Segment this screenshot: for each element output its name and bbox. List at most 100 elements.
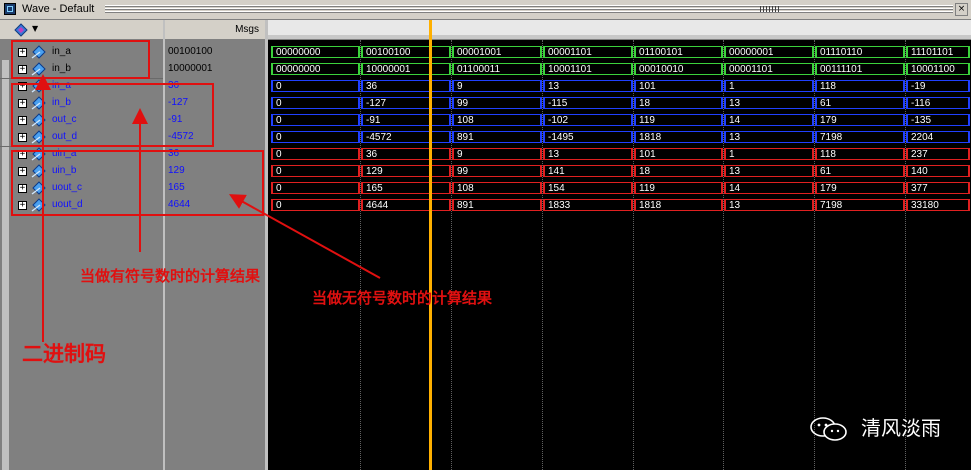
signal-row[interactable]: + uin_b xyxy=(0,163,163,180)
bus-value: 01100101 xyxy=(639,47,683,58)
bus-value: 7198 xyxy=(820,200,843,211)
bus-value: -91 xyxy=(366,115,381,126)
expand-icon[interactable]: + xyxy=(18,201,27,210)
bus-value: 0 xyxy=(276,81,282,92)
waveform-pane[interactable]: 00000000 00100100 00001001 00001101 01100101… xyxy=(268,20,971,470)
waveform-row[interactable]: 0 -4572 891 -1495 1818 13 7198 2204 xyxy=(268,129,971,146)
wave-window-icon xyxy=(4,3,16,15)
bus-value: -135 xyxy=(911,115,932,126)
bus-segment: 101 xyxy=(634,80,723,92)
bus-segment: 108 xyxy=(452,114,542,126)
expand-icon[interactable]: + xyxy=(18,65,27,74)
bus-value: 11101101 xyxy=(911,47,954,58)
expand-icon[interactable]: + xyxy=(18,150,27,159)
expand-icon[interactable]: + xyxy=(18,48,27,57)
signal-row[interactable]: + out_c xyxy=(0,112,163,129)
bus-segment: 11101101 xyxy=(906,46,970,58)
bus-value: 36 xyxy=(366,149,378,160)
bus-value: -127 xyxy=(366,98,387,109)
bus-value: 36 xyxy=(366,81,378,92)
waveform-row[interactable]: 0 36 9 13 101 1 118 237 xyxy=(268,146,971,163)
titlebar-grip[interactable] xyxy=(105,5,953,13)
signal-row[interactable]: + in_b xyxy=(0,61,163,78)
signal-row[interactable]: + in_b xyxy=(0,95,163,112)
bus-segment: 00001001 xyxy=(452,46,542,58)
bus-segment: 13 xyxy=(543,80,633,92)
bus-value: 2204 xyxy=(911,132,934,143)
expand-icon[interactable]: + xyxy=(18,82,27,91)
bus-value: 13 xyxy=(548,149,560,160)
expand-icon[interactable]: + xyxy=(18,116,27,125)
bus-value: 99 xyxy=(457,98,469,109)
wave-header xyxy=(268,20,971,40)
waveform-row[interactable]: 00000000 10000001 01100011 10001101 00010010… xyxy=(268,61,971,78)
signal-row[interactable]: + out_d xyxy=(0,129,163,146)
values-header: Msgs xyxy=(165,20,265,40)
bus-value: 9 xyxy=(457,81,463,92)
bus-value: 00010010 xyxy=(639,64,684,75)
bus-segment: 101 xyxy=(634,148,723,160)
bus-segment: -116 xyxy=(906,97,970,109)
bus-segment: 99 xyxy=(452,165,542,177)
bus-segment: 61 xyxy=(815,165,905,177)
time-cursor[interactable] xyxy=(429,20,432,470)
signal-value: 165 xyxy=(168,182,185,193)
waveform-row[interactable]: 0 -127 99 -115 18 13 61 -116 xyxy=(268,95,971,112)
expand-icon[interactable]: + xyxy=(18,99,27,108)
signal-value: -91 xyxy=(168,114,183,125)
expand-icon[interactable]: + xyxy=(18,167,27,176)
signal-diamond-icon xyxy=(31,181,46,195)
bus-segment: 36 xyxy=(361,148,451,160)
chevron-down-icon[interactable]: ▼ xyxy=(32,24,38,33)
bus-segment: 1 xyxy=(724,80,814,92)
signal-diamond-icon xyxy=(31,62,46,76)
bus-segment: 377 xyxy=(906,182,970,194)
close-button[interactable]: × xyxy=(955,3,968,16)
binary-annotation: 二进制码 xyxy=(22,342,106,366)
bus-segment: 00001101 xyxy=(724,63,814,75)
titlebar-dock-handle[interactable] xyxy=(760,6,780,12)
waveform-row[interactable]: 0 165 108 154 119 14 179 377 xyxy=(268,180,971,197)
signal-name: in_a xyxy=(52,80,71,91)
signal-row[interactable]: + uout_c xyxy=(0,180,163,197)
waveform-row[interactable]: 0 4644 891 1833 1818 13 7198 33180 xyxy=(268,197,971,214)
bus-segment: 36 xyxy=(361,80,451,92)
bus-segment: 154 xyxy=(543,182,633,194)
bus-segment: 119 xyxy=(634,182,723,194)
bus-segment: -19 xyxy=(906,80,970,92)
signal-row[interactable]: + uout_d xyxy=(0,197,163,214)
bus-value: 00001101 xyxy=(548,47,592,58)
bus-value: 13 xyxy=(729,132,741,143)
expand-icon[interactable]: + xyxy=(18,133,27,142)
bus-segment: 10000001 xyxy=(361,63,451,75)
waveform-row[interactable]: 00000000 00100100 00001001 00001101 01100101… xyxy=(268,44,971,61)
signal-diamond-icon xyxy=(31,79,46,93)
signal-diamond-icon xyxy=(31,130,46,144)
wave-dropdown-icon[interactable] xyxy=(14,23,28,37)
signed-annotation: 当做有符号数时的计算结果 xyxy=(80,267,261,285)
waveform-row[interactable]: 0 -91 108 -102 119 14 179 -135 xyxy=(268,112,971,129)
bus-segment: 00000001 xyxy=(724,46,814,58)
signal-row[interactable]: + uin_a xyxy=(0,146,163,163)
bus-segment: 129 xyxy=(361,165,451,177)
waveform-row[interactable]: 0 36 9 13 101 1 118 -19 xyxy=(268,78,971,95)
bus-value: 101 xyxy=(639,149,656,160)
bus-value: -116 xyxy=(911,98,931,109)
bus-value: 00111101 xyxy=(820,64,863,75)
bus-segment: -102 xyxy=(543,114,633,126)
bus-value: 0 xyxy=(276,115,282,126)
bus-value: -1495 xyxy=(548,132,574,143)
waveform-row[interactable]: 0 129 99 141 18 13 61 140 xyxy=(268,163,971,180)
bus-value: 237 xyxy=(911,149,928,160)
expand-icon[interactable]: + xyxy=(18,184,27,193)
bus-segment: 0 xyxy=(271,148,360,160)
bus-value: 14 xyxy=(729,115,741,126)
names-header: ▼ xyxy=(0,20,163,40)
bus-value: 118 xyxy=(820,81,836,92)
bus-segment: 14 xyxy=(724,114,814,126)
signal-row[interactable]: + in_a xyxy=(0,44,163,61)
unsigned-annotation: 当做无符号数时的计算结果 xyxy=(312,289,493,307)
bus-value: 13 xyxy=(729,166,741,177)
signal-row[interactable]: + in_a xyxy=(0,78,163,95)
bus-value: 1818 xyxy=(639,132,662,143)
